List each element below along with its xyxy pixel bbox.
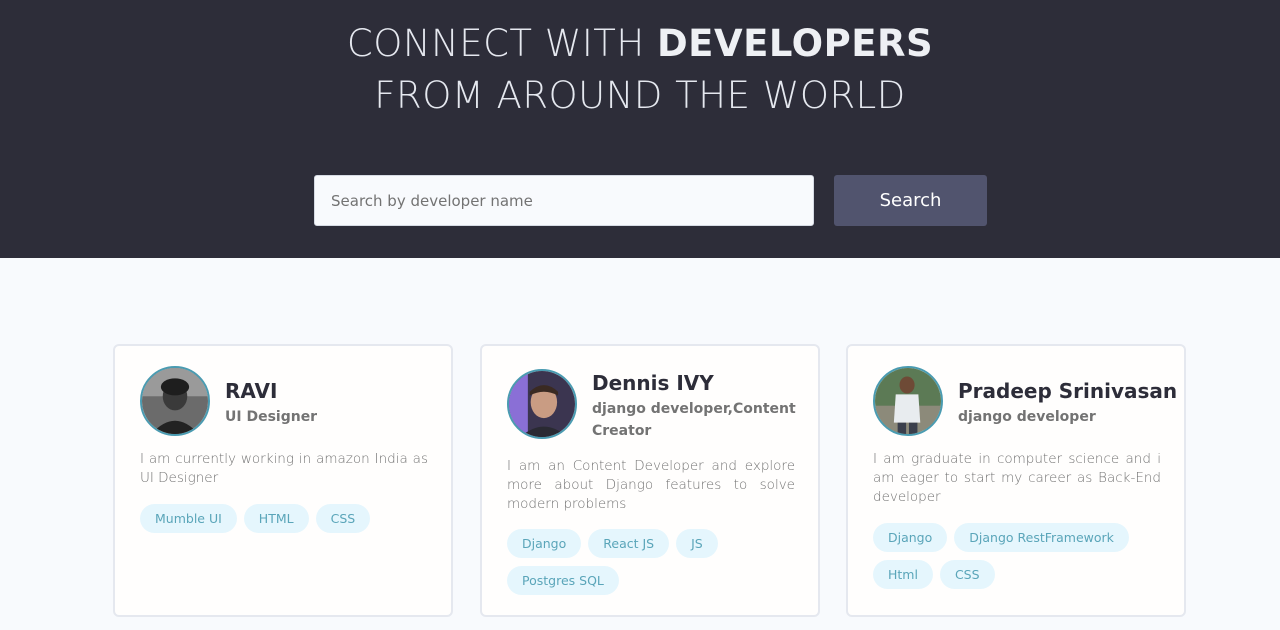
search-button[interactable]: Search bbox=[834, 175, 987, 226]
developer-name[interactable]: Dennis IVY bbox=[592, 371, 714, 395]
developer-name[interactable]: Pradeep Srinivasan bbox=[958, 379, 1177, 403]
skill-tag: Django bbox=[507, 529, 582, 558]
skill-tags: Mumble UI HTML CSS bbox=[140, 504, 440, 533]
hero-title-line1: CONNECT WITH DEVELOPERS bbox=[347, 22, 933, 65]
skill-tag: HTML bbox=[243, 504, 309, 533]
skill-tag: Postgres SQL bbox=[507, 566, 619, 595]
skill-tag: React JS bbox=[588, 529, 670, 558]
developer-photo bbox=[509, 371, 575, 437]
skill-tag: CSS bbox=[315, 504, 371, 533]
skill-tags: Django React JS JS Postgres SQL bbox=[507, 529, 807, 595]
avatar bbox=[873, 366, 943, 436]
developer-card[interactable]: RAVI UI Designer I am currently working … bbox=[113, 344, 453, 617]
skill-tag: Django bbox=[873, 523, 948, 552]
hero-title: CONNECT WITH DEVELOPERS FROM AROUND THE … bbox=[0, 18, 1280, 122]
developer-role: UI Designer bbox=[225, 409, 318, 425]
developer-bio: I am graduate in computer science and i … bbox=[873, 451, 1161, 505]
developer-card[interactable]: Dennis IVY django developer,Content Crea… bbox=[480, 344, 820, 617]
hero-title-bold: DEVELOPERS bbox=[656, 22, 934, 65]
search-input[interactable] bbox=[314, 175, 814, 226]
avatar bbox=[140, 366, 210, 436]
developer-role: django developer,Content Creator bbox=[592, 401, 796, 439]
developer-bio: I am an Content Developer and explore mo… bbox=[507, 458, 795, 512]
skill-tag: Mumble UI bbox=[140, 504, 237, 533]
developer-bio: I am currently working in amazon India a… bbox=[140, 451, 428, 486]
developer-role: django developer bbox=[958, 409, 1096, 425]
hero-section: CONNECT WITH DEVELOPERS FROM AROUND THE … bbox=[0, 0, 1280, 258]
skill-tag: Django RestFramework bbox=[954, 523, 1129, 552]
skill-tag: CSS bbox=[939, 560, 995, 589]
skill-tag: Html bbox=[873, 560, 933, 589]
skill-tags: Django Django RestFramework Html CSS bbox=[873, 523, 1173, 589]
developer-name[interactable]: RAVI bbox=[225, 379, 277, 403]
hero-title-light: CONNECT WITH bbox=[346, 22, 657, 65]
developer-photo bbox=[875, 368, 941, 434]
developer-photo bbox=[142, 368, 208, 434]
developer-card[interactable]: Pradeep Srinivasan django developer I am… bbox=[846, 344, 1186, 617]
avatar bbox=[507, 369, 577, 439]
hero-title-line2: FROM AROUND THE WORLD bbox=[374, 74, 906, 117]
skill-tag: JS bbox=[676, 529, 718, 558]
